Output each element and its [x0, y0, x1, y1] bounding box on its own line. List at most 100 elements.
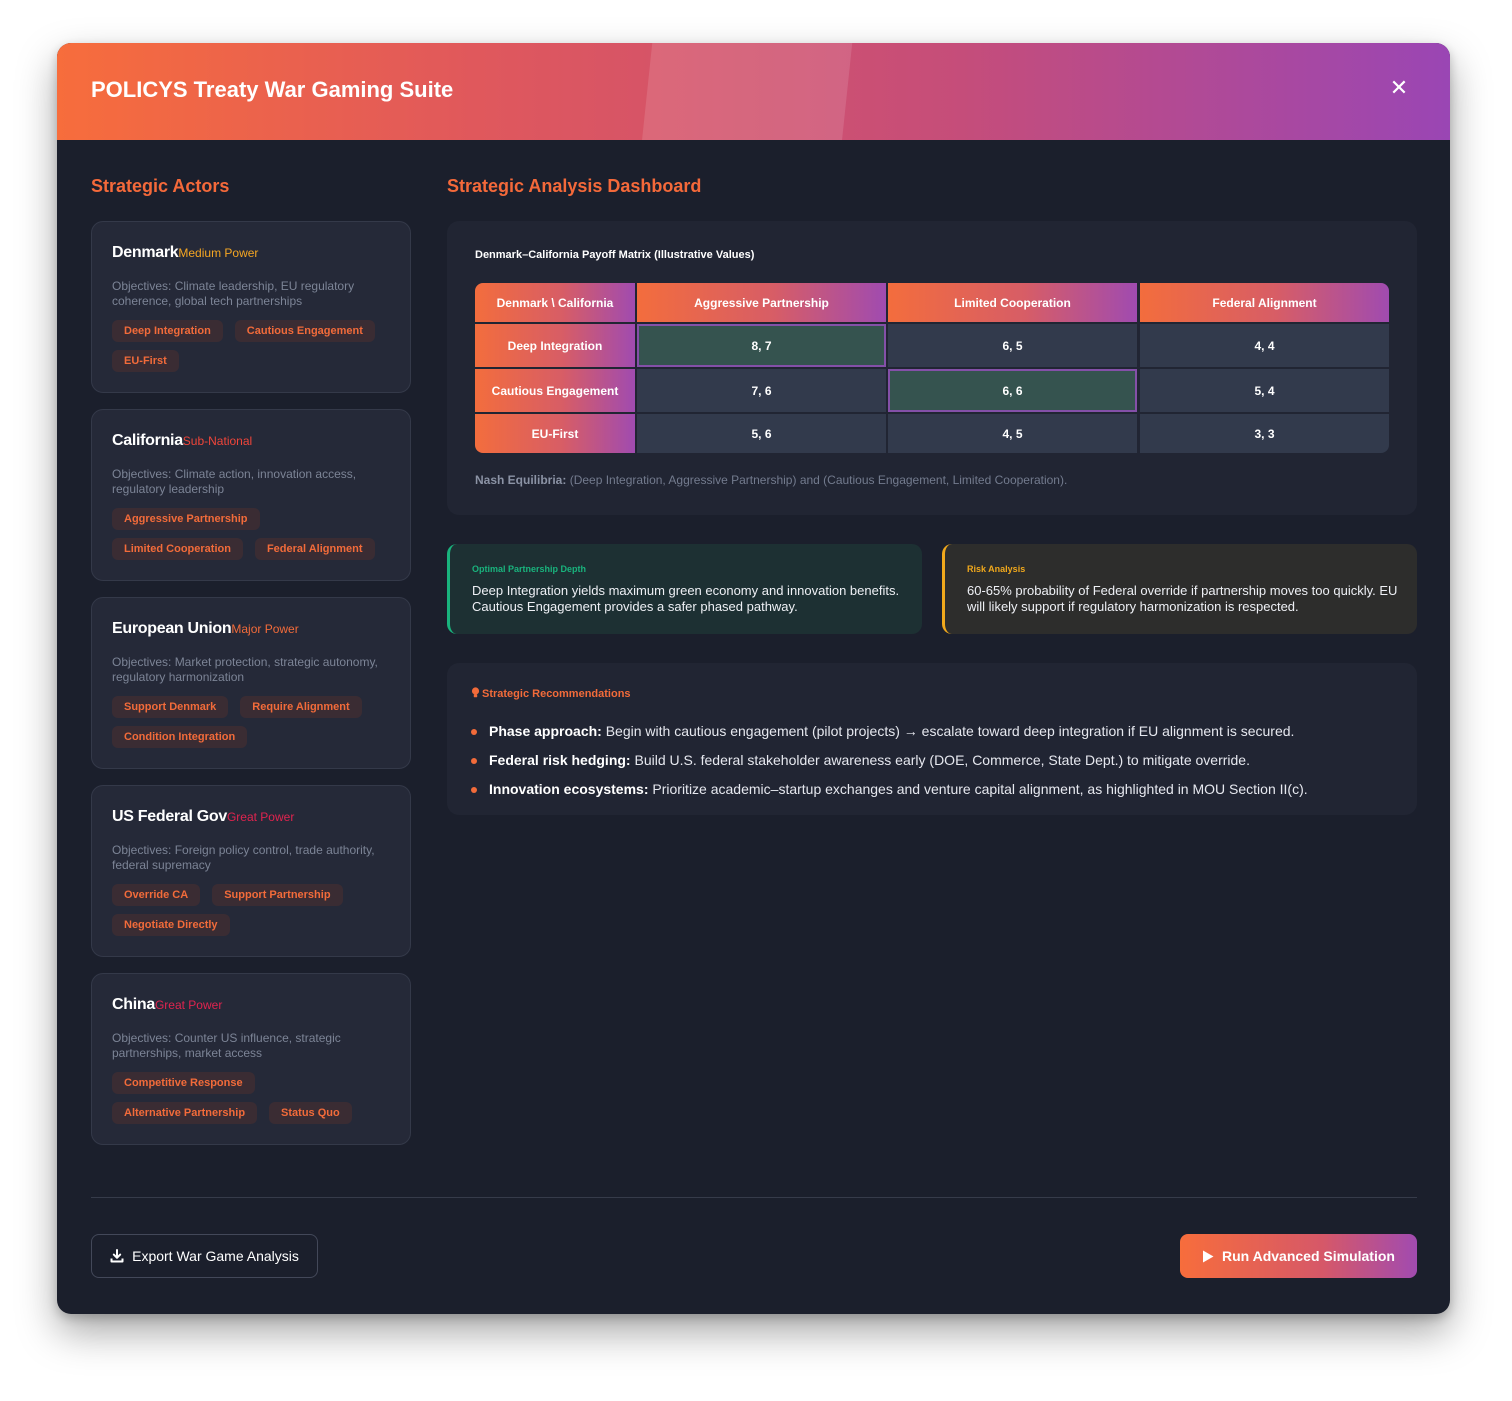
matrix-cell: 4, 4: [1140, 324, 1389, 367]
strategy-tag[interactable]: EU-First: [112, 350, 179, 372]
strategy-tag[interactable]: Support Denmark: [112, 696, 229, 718]
run-simulation-button[interactable]: Run Advanced Simulation: [1180, 1234, 1417, 1278]
actor-name: US Federal Gov: [112, 808, 227, 825]
matrix-column-header: Aggressive Partnership: [637, 283, 886, 322]
strategy-tag[interactable]: Require Alignment: [240, 696, 362, 718]
strategy-tag[interactable]: Condition Integration: [112, 726, 248, 748]
strategy-tag[interactable]: Federal Alignment: [254, 538, 375, 560]
recommendation-item: Phase approach: Begin with cautious enga…: [471, 717, 1308, 746]
matrix-row-header: Deep Integration: [475, 324, 635, 367]
actor-name: California: [112, 432, 183, 449]
actor-name: Denmark: [112, 244, 179, 261]
actor-header: CaliforniaSub-National: [112, 432, 252, 450]
actor-header: European UnionMajor Power: [112, 620, 299, 638]
recommendations-header: Strategic Recommendations: [471, 687, 631, 700]
actor-name: China: [112, 996, 155, 1013]
modal-header: POLICYS Treaty War Gaming Suite ✕: [57, 43, 1450, 140]
matrix-cell: 3, 3: [1140, 414, 1389, 453]
actor-header: ChinaGreat Power: [112, 996, 222, 1014]
strategy-tag[interactable]: Limited Cooperation: [112, 538, 243, 560]
strategy-tag[interactable]: Cautious Engagement: [234, 320, 375, 342]
matrix-row-header: Cautious Engagement: [475, 369, 635, 412]
recommendation-title: Innovation ecosystems:: [489, 781, 649, 797]
strategy-tags: Aggressive Partnership Limited Cooperati…: [112, 508, 402, 560]
strategy-tag[interactable]: Status Quo: [269, 1102, 352, 1124]
insight-label: Risk Analysis: [967, 564, 1026, 574]
export-analysis-button[interactable]: Export War Game Analysis: [91, 1234, 318, 1278]
recommendation-text: Build U.S. federal stakeholder awareness…: [630, 752, 1250, 768]
strategy-tag[interactable]: Override CA: [112, 884, 201, 906]
actor-objectives: Objectives: Climate action, innovation a…: [112, 467, 357, 496]
risk-analysis-card: Risk Analysis 60-65% probability of Fede…: [942, 544, 1417, 634]
matrix-column-header: Limited Cooperation: [888, 283, 1137, 322]
strategy-tag[interactable]: Alternative Partnership: [112, 1102, 258, 1124]
matrix-cell: 5, 4: [1140, 369, 1389, 412]
strategy-tags: Override CA Support Partnership Negotiat…: [112, 884, 402, 936]
actor-card-california[interactable]: CaliforniaSub-National Objectives: Clima…: [91, 409, 411, 581]
strategy-tags: Deep Integration Cautious Engagement EU-…: [112, 320, 402, 372]
payoff-matrix-panel: Denmark–California Payoff Matrix (Illust…: [447, 221, 1417, 515]
actor-card-us-federal-gov[interactable]: US Federal GovGreat Power Objectives: Fo…: [91, 785, 411, 957]
matrix-cell-nash: 6, 6: [888, 369, 1137, 412]
recommendations-panel: Strategic Recommendations Phase approach…: [447, 663, 1417, 815]
strategy-tags: Support Denmark Require Alignment Condit…: [112, 696, 402, 748]
nash-equilibria-note: Nash Equilibria: (Deep Integration, Aggr…: [475, 473, 1067, 487]
recommendation-title: Phase approach:: [489, 723, 602, 739]
actors-section-title: Strategic Actors: [91, 176, 230, 196]
insight-text: 60-65% probability of Federal override i…: [967, 583, 1398, 614]
actor-objectives: Objectives: Counter US influence, strate…: [112, 1031, 341, 1060]
actor-power-badge: Great Power: [154, 998, 223, 1012]
strategy-tag[interactable]: Aggressive Partnership: [112, 508, 260, 530]
optimal-partnership-card: Optimal Partnership Depth Deep Integrati…: [447, 544, 922, 634]
recommendation-text: Prioritize academic–startup exchanges an…: [648, 781, 1308, 797]
actor-header: US Federal GovGreat Power: [112, 808, 294, 826]
payoff-matrix: Denmark \ California Aggressive Partners…: [475, 283, 1389, 453]
actor-power-badge: Major Power: [231, 622, 299, 636]
matrix-corner-header: Denmark \ California: [475, 283, 635, 322]
strategy-tags: Competitive Response Alternative Partner…: [112, 1072, 402, 1124]
recommendation-title: Federal risk hedging:: [489, 752, 631, 768]
export-label: Export War Game Analysis: [132, 1248, 299, 1264]
recommendation-item: Innovation ecosystems: Prioritize academ…: [471, 775, 1308, 804]
close-icon[interactable]: ✕: [1388, 77, 1410, 99]
actor-power-badge: Sub-National: [182, 434, 253, 448]
actor-objectives: Objectives: Market protection, strategic…: [112, 655, 378, 684]
insight-label: Optimal Partnership Depth: [472, 564, 587, 574]
modal-title: POLICYS Treaty War Gaming Suite: [91, 77, 454, 102]
header-sheen: [640, 43, 854, 140]
download-icon: [110, 1249, 124, 1263]
actor-header: DenmarkMedium Power: [112, 244, 258, 262]
run-label: Run Advanced Simulation: [1222, 1248, 1395, 1264]
nash-text: (Deep Integration, Aggressive Partnershi…: [566, 473, 1068, 487]
recommendation-text: Begin with cautious engagement (pilot pr…: [601, 723, 1295, 739]
matrix-cell: 5, 6: [637, 414, 886, 453]
actor-card-china[interactable]: ChinaGreat Power Objectives: Counter US …: [91, 973, 411, 1145]
strategy-tag[interactable]: Competitive Response: [112, 1072, 255, 1094]
war-gaming-modal: POLICYS Treaty War Gaming Suite ✕ Strate…: [57, 43, 1450, 1314]
actor-power-badge: Medium Power: [178, 246, 259, 260]
matrix-cell: 4, 5: [888, 414, 1137, 453]
actor-card-denmark[interactable]: DenmarkMedium Power Objectives: Climate …: [91, 221, 411, 393]
matrix-row-header: EU-First: [475, 414, 635, 453]
recommendations-list: Phase approach: Begin with cautious enga…: [471, 717, 1308, 804]
matrix-column-header: Federal Alignment: [1140, 283, 1389, 322]
strategy-tag[interactable]: Negotiate Directly: [112, 914, 230, 936]
strategy-tag[interactable]: Deep Integration: [112, 320, 223, 342]
recommendation-item: Federal risk hedging: Build U.S. federal…: [471, 746, 1308, 775]
actor-power-badge: Great Power: [226, 810, 295, 824]
dashboard-title: Strategic Analysis Dashboard: [447, 176, 702, 196]
matrix-cell-nash: 8, 7: [637, 324, 886, 367]
play-icon: [1203, 1250, 1214, 1262]
matrix-cell: 7, 6: [637, 369, 886, 412]
strategy-tag[interactable]: Support Partnership: [212, 884, 343, 906]
actor-objectives: Objectives: Climate leadership, EU regul…: [112, 279, 355, 308]
matrix-caption: Denmark–California Payoff Matrix (Illust…: [475, 249, 755, 261]
matrix-cell: 6, 5: [888, 324, 1137, 367]
insight-text: Deep Integration yields maximum green ec…: [472, 583, 900, 614]
recommendations-title: Strategic Recommendations: [482, 688, 631, 700]
actor-name: European Union: [112, 620, 232, 637]
nash-label: Nash Equilibria:: [475, 473, 567, 487]
lightbulb-icon: [471, 687, 480, 698]
actor-objectives: Objectives: Foreign policy control, trad…: [112, 843, 375, 872]
actor-card-european-union[interactable]: European UnionMajor Power Objectives: Ma…: [91, 597, 411, 769]
